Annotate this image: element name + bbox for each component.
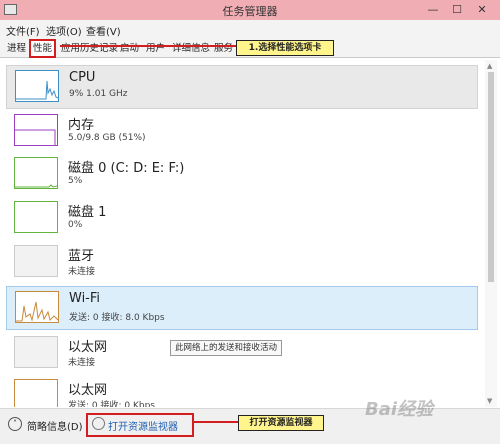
- ethernet2-graph: [14, 379, 58, 407]
- resource-name: 磁盘 0 (C: D: E: F:): [68, 161, 185, 176]
- callout-arrow-line: [60, 45, 236, 47]
- maximize-button[interactable]: ☐: [448, 2, 466, 17]
- resource-cpu[interactable]: CPU 9% 1.01 GHz: [6, 65, 478, 109]
- bluetooth-graph: [14, 245, 58, 277]
- cpu-graph: [15, 70, 59, 102]
- menu-view[interactable]: 查看(V): [86, 23, 121, 38]
- resource-name: 以太网: [68, 383, 108, 398]
- menu-file[interactable]: 文件(F): [6, 23, 40, 38]
- resource-name: 磁盘 1: [68, 205, 107, 220]
- scroll-down-icon[interactable]: ▼: [487, 397, 492, 405]
- memory-graph: [14, 114, 58, 146]
- resource-name: CPU: [69, 70, 96, 85]
- resource-detail: 5%: [68, 176, 83, 186]
- resource-name: 以太网: [68, 340, 108, 355]
- resource-name: Wi-Fi: [69, 291, 101, 306]
- disk1-graph: [14, 201, 58, 233]
- tab-processes[interactable]: 进程: [4, 40, 29, 57]
- resource-detail: 9% 1.01 GHz: [69, 89, 128, 99]
- resource-detail: 发送: 0 接收: 0 Kbps: [68, 401, 155, 407]
- callout-open-monitor: 打开资源监视器: [238, 415, 324, 431]
- highlight-box: [29, 39, 57, 58]
- tab-users[interactable]: 用户: [143, 40, 168, 57]
- scrollbar-thumb[interactable]: [488, 72, 494, 282]
- resource-memory[interactable]: 内存 5.0/9.8 GB (51%): [6, 110, 476, 152]
- title-bar: 任务管理器 — ☐ ✕: [0, 0, 500, 20]
- menu-options[interactable]: 选项(O): [46, 23, 82, 38]
- tab-app-history[interactable]: 应用历史记录: [58, 40, 121, 57]
- tab-services[interactable]: 服务: [211, 40, 236, 57]
- baidu-watermark: Bai经验: [365, 399, 434, 420]
- resource-detail: 未连接: [68, 267, 96, 277]
- menu-bar: 文件(F) 选项(O) 查看(V): [0, 20, 500, 38]
- callout-select-tab: 1.选择性能选项卡: [236, 40, 334, 56]
- scroll-up-icon[interactable]: ▲: [487, 62, 492, 70]
- resource-disk1[interactable]: 磁盘 1 0%: [6, 197, 476, 239]
- open-resource-monitor-link[interactable]: 打开资源监视器: [108, 418, 178, 433]
- disk0-graph: [14, 157, 58, 189]
- fewer-details-link[interactable]: 简略信息(D): [27, 418, 83, 433]
- minimize-button[interactable]: —: [424, 2, 442, 17]
- tab-startup[interactable]: 启动: [117, 40, 142, 57]
- resource-disk0[interactable]: 磁盘 0 (C: D: E: F:) 5%: [6, 153, 476, 195]
- close-button[interactable]: ✕: [473, 2, 491, 17]
- resource-detail: 发送: 0 接收: 8.0 Kbps: [69, 313, 165, 323]
- ethernet1-graph: [14, 336, 58, 368]
- resource-detail: 5.0/9.8 GB (51%): [68, 133, 146, 143]
- resource-name: 蓝牙: [68, 249, 95, 264]
- resource-name: 内存: [68, 118, 95, 133]
- wifi-tooltip: 此网络上的发送和接收活动: [170, 340, 283, 356]
- wifi-graph: [15, 291, 59, 323]
- vertical-scrollbar[interactable]: ▲ ▼: [485, 60, 497, 407]
- collapse-chevron-icon[interactable]: ˄: [8, 417, 22, 431]
- tab-performance[interactable]: 性能: [29, 39, 57, 58]
- resource-bluetooth[interactable]: 蓝牙 未连接: [6, 241, 476, 283]
- tab-details[interactable]: 详细信息: [169, 40, 213, 57]
- resource-detail: 0%: [68, 220, 83, 230]
- resource-detail: 未连接: [68, 358, 96, 368]
- callout-arrow-line-2: [192, 421, 238, 423]
- resource-wifi[interactable]: Wi-Fi 发送: 0 接收: 8.0 Kbps: [6, 286, 478, 330]
- resource-monitor-icon: [92, 417, 105, 430]
